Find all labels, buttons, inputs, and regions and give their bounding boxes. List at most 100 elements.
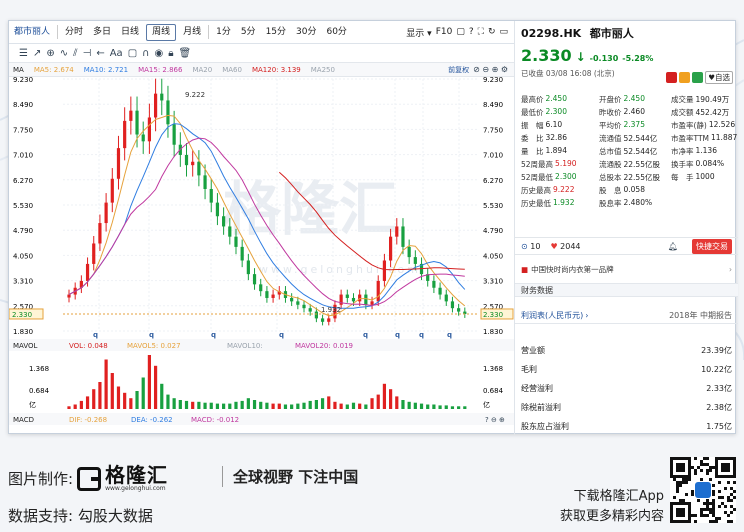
line-tool-icon[interactable]: ↗ — [33, 48, 41, 59]
channel-tool-icon[interactable]: ⫽ — [73, 48, 77, 59]
stat-cell: 历史最低 1.932 — [521, 198, 599, 209]
qr-module — [715, 472, 718, 475]
text-tool-icon[interactable]: Aa — [110, 48, 123, 59]
stats-row: 最高价 2.450 开盘价 2.450 成交量 190.49万 — [521, 93, 733, 106]
qr-module — [688, 466, 691, 469]
measure-tool-icon[interactable]: ⊣ — [83, 48, 92, 59]
lock-tool-icon[interactable]: 🔒︎ — [168, 48, 173, 59]
volume-bar — [271, 403, 275, 409]
qr-module — [706, 463, 709, 466]
period-tab-3[interactable]: 日线 — [116, 21, 144, 44]
adjust-rights-button[interactable]: 前复权 — [448, 65, 469, 75]
hk-flag-icon — [666, 72, 678, 83]
volume-tick-left: 0.684 — [29, 387, 50, 395]
qr-module — [688, 469, 691, 472]
high-annotation: 9.222 — [185, 91, 205, 99]
candle-body — [92, 243, 96, 264]
likes-counter[interactable]: ♥ 2044 — [550, 242, 580, 251]
qr-module — [712, 508, 715, 511]
refresh-icon[interactable]: ↻ — [488, 27, 496, 37]
period-tab-2[interactable]: 多日 — [88, 21, 116, 44]
income-row: 毛利 10.22亿 — [515, 360, 738, 379]
qr-module — [682, 511, 685, 514]
drawing-tools-bar: ☰ ↗ ⊕ ∿ ⫽ ⊣ ← Aa ▢ ∩ ◉ 🔒︎ 🗑︎ — [9, 44, 514, 63]
stat-label: 市盈率TTM — [671, 134, 710, 143]
help-icon[interactable]: ? — [469, 27, 474, 37]
window-icon[interactable]: ▢ — [456, 27, 465, 37]
qr-module — [694, 520, 697, 523]
data-support: 数据支持: 勾股大数据 — [8, 507, 153, 525]
bell-icon[interactable]: 🔔︎ — [668, 242, 678, 251]
volume-bar — [389, 389, 393, 409]
qr-module — [682, 475, 685, 478]
quick-trade-button[interactable]: 快捷交易 — [692, 238, 732, 254]
qr-module — [700, 469, 703, 472]
list-icon[interactable]: ☰ — [19, 48, 28, 59]
candle-body — [401, 226, 405, 247]
delete-tool-icon[interactable]: 🗑︎ — [179, 48, 192, 59]
ma-label[interactable]: MA — [13, 66, 24, 74]
kline-chart[interactable]: 格隆汇www.gelonghui.com9.230 9.2308.490 8.490… — [9, 77, 514, 427]
income-row: 经营溢利 2.33亿 — [515, 379, 738, 398]
volume-bar — [129, 398, 133, 409]
arrow-tool-icon[interactable]: ← — [96, 48, 104, 59]
stat-value: 190.49万 — [695, 95, 730, 104]
period-tab-9[interactable]: 30分 — [291, 21, 321, 44]
qr-module — [691, 490, 694, 493]
volume-bar — [141, 377, 145, 409]
quarter-marker: q — [363, 331, 368, 339]
quarter-marker: q — [419, 331, 424, 339]
stat-value: 11.887 — [711, 133, 738, 142]
stat-cell: 52周最低 2.300 — [521, 172, 599, 183]
stat-value: 22.55亿股 — [623, 160, 660, 169]
news-headline: 中国快时尚内衣第一品牌 — [531, 264, 614, 274]
display-menu[interactable]: 显示 ▾ — [406, 26, 431, 39]
chevron-right-icon: › — [729, 264, 732, 274]
add-watchlist-button[interactable]: ♥自选 — [705, 71, 733, 84]
stock-chart-window: 都市丽人 分时 多日 日线 周线 月线 1分 5分 15分 30分 60分 显示 ▾ F10 ▢? ⛶ ↻ ▭ … — [8, 20, 738, 435]
period-tab-4[interactable]: 周线 — [146, 23, 177, 41]
magnet-tool-icon[interactable]: ∩ — [142, 48, 149, 59]
period-tab-8[interactable]: 15分 — [261, 21, 291, 44]
period-tab-7[interactable]: 5分 — [236, 21, 261, 44]
period-tab-0[interactable]: 都市丽人 — [9, 21, 55, 44]
period-tab-1[interactable]: 分时 — [60, 21, 88, 44]
qr-code[interactable] — [670, 457, 736, 523]
volume-bar — [413, 402, 417, 409]
news-item[interactable]: ■ 中国快时尚内衣第一品牌 › — [515, 262, 738, 276]
stat-label: 平均价 — [599, 121, 622, 130]
qr-module — [694, 457, 697, 460]
volume-bar — [358, 403, 362, 409]
period-tab-10[interactable]: 60分 — [321, 21, 351, 44]
qr-module — [727, 499, 730, 502]
stat-value: 22.55亿股 — [623, 173, 660, 182]
income-statement-header[interactable]: 利润表(人民币元) › 2018年 中期报告 — [515, 307, 738, 324]
mavol-legend: VOL: 0.048 — [69, 342, 108, 350]
f10-button[interactable]: F10 — [436, 27, 453, 37]
wave-tool-icon[interactable]: ∿ — [60, 48, 68, 59]
qr-module — [724, 487, 727, 490]
chart-controls-icon[interactable]: ⊘ ⊖ ⊕ ⚙ — [473, 65, 508, 74]
qr-module — [715, 475, 718, 478]
volume-bar — [419, 403, 424, 409]
period-tab-5[interactable]: 月线 — [178, 21, 206, 44]
volume-bar — [432, 404, 436, 409]
stat-label: 成交量 — [671, 95, 694, 104]
cursor-tool-icon[interactable]: ⊕ — [46, 48, 54, 59]
qr-module — [676, 511, 679, 514]
period-tab-6[interactable]: 1分 — [211, 21, 236, 44]
qr-module — [676, 469, 679, 472]
candle-body — [450, 301, 455, 309]
minimize-icon[interactable]: ▭ — [499, 27, 508, 37]
qr-module — [700, 463, 703, 466]
qr-module — [706, 499, 709, 502]
followers-counter[interactable]: ⊙ 10 — [521, 242, 540, 251]
eye-tool-icon[interactable]: ◉ — [154, 48, 163, 59]
qr-module — [733, 463, 736, 466]
qr-module — [718, 517, 721, 520]
fullscreen-icon[interactable]: ⛶ — [478, 27, 484, 37]
qr-module — [721, 466, 724, 469]
qr-module — [700, 511, 703, 514]
copy-tool-icon[interactable]: ▢ — [128, 48, 137, 59]
qr-module — [718, 475, 721, 478]
